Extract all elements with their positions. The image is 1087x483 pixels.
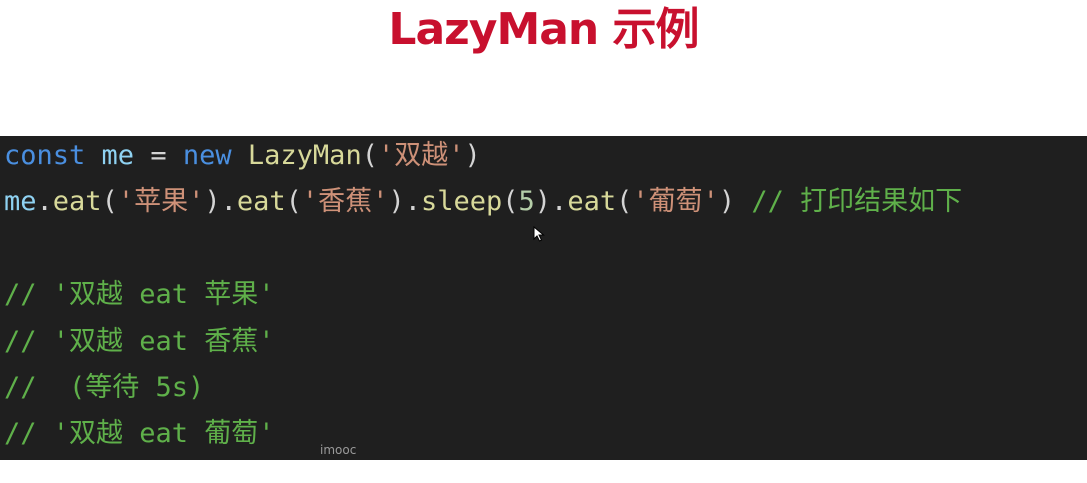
variable-me: me bbox=[101, 140, 135, 171]
comment-line-3: // (等待 5s) bbox=[4, 372, 205, 403]
comment-line-4: // '双越 eat 葡萄' bbox=[4, 418, 275, 449]
code-editor: const me = new LazyMan('双越') me.eat('苹果'… bbox=[0, 136, 1087, 460]
paren-open: ( bbox=[502, 186, 519, 217]
paren-close: ) bbox=[204, 186, 221, 217]
string-arg: '香蕉' bbox=[301, 186, 389, 217]
watermark: imooc bbox=[320, 443, 357, 457]
paren-open: ( bbox=[616, 186, 633, 217]
paren-open: ( bbox=[361, 140, 378, 171]
method-eat: eat bbox=[52, 186, 102, 217]
dot: . bbox=[220, 186, 237, 217]
dot: . bbox=[551, 186, 568, 217]
code-line-1: const me = new LazyMan('双越') bbox=[4, 136, 481, 176]
string-arg: '葡萄' bbox=[632, 186, 719, 217]
class-name: LazyMan bbox=[247, 140, 362, 171]
mouse-pointer-icon bbox=[533, 226, 545, 242]
slide-title: LazyMan 示例 bbox=[388, 4, 699, 55]
operator-assign: = bbox=[150, 140, 167, 171]
number-arg: 5 bbox=[518, 186, 535, 217]
method-sleep: sleep bbox=[420, 186, 503, 217]
paren-close: ) bbox=[718, 186, 736, 217]
string-arg: '双越' bbox=[377, 140, 465, 171]
paren-close: ) bbox=[534, 186, 552, 217]
dot: . bbox=[36, 186, 53, 217]
inline-comment: // 打印结果如下 bbox=[751, 186, 963, 217]
string-arg: '苹果' bbox=[117, 186, 205, 217]
variable-me: me bbox=[4, 186, 37, 217]
paren-open: ( bbox=[101, 186, 118, 217]
paren-close: ) bbox=[464, 140, 481, 171]
paren-open: ( bbox=[285, 186, 302, 217]
comment-line-2: // '双越 eat 香蕉' bbox=[4, 326, 275, 357]
comment-line-1: // '双越 eat 苹果' bbox=[4, 279, 275, 310]
method-eat: eat bbox=[236, 186, 286, 217]
keyword-const: const bbox=[4, 140, 86, 171]
method-eat: eat bbox=[567, 186, 617, 217]
dot: . bbox=[404, 186, 421, 217]
code-line-2: me.eat('苹果').eat('香蕉').sleep(5).eat('葡萄'… bbox=[4, 182, 962, 222]
keyword-new: new bbox=[182, 140, 232, 171]
paren-close: ) bbox=[388, 186, 405, 217]
